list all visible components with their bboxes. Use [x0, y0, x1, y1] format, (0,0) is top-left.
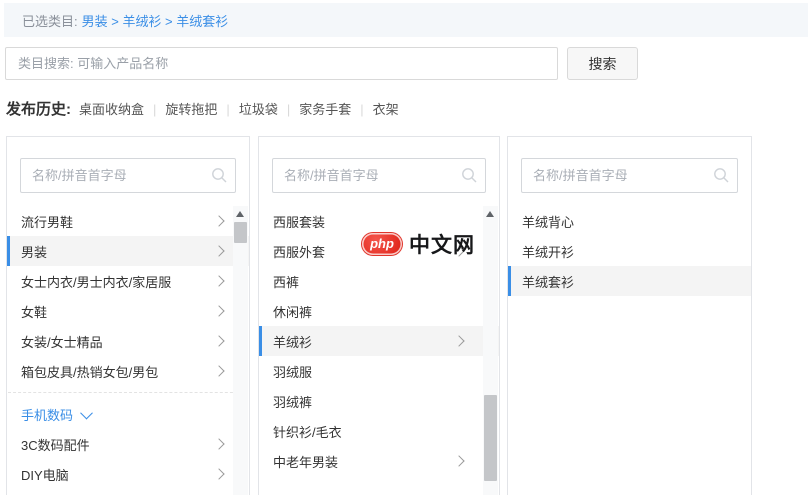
category-item-3C数码配件[interactable]: 3C数码配件 — [7, 429, 249, 459]
chevron-right-icon — [213, 468, 225, 480]
chevron-right-icon — [453, 455, 465, 467]
history-separator: | — [226, 102, 230, 117]
watermark-text: 中文网 — [409, 234, 475, 257]
category-item-针织衫/毛衣[interactable]: 针织衫/毛衣 — [259, 416, 499, 446]
category-item-label: 中老年男装 — [273, 454, 339, 470]
history-separator: | — [286, 102, 291, 117]
history-separator: | — [360, 102, 364, 117]
history-link[interactable]: 桌面收纳盒 — [79, 102, 144, 117]
category-group-手机数码[interactable]: 手机数码 — [7, 399, 249, 429]
category-item-羊绒开衫[interactable]: 羊绒开衫 — [508, 236, 751, 266]
category-item-label: 西服套装 — [273, 214, 326, 230]
chevron-right-icon — [213, 245, 225, 257]
category-item-label: 3C数码配件 — [21, 437, 90, 453]
scrollbar-level-2[interactable] — [483, 206, 498, 495]
category-item-label: 羊绒背心 — [522, 214, 575, 230]
category-item-label: 箱包皮具/热销女包/男包 — [21, 364, 159, 380]
category-item-羊绒衫[interactable]: 羊绒衫 — [259, 326, 499, 356]
category-item-label: 休闲裤 — [273, 304, 313, 320]
category-item-DIY电脑[interactable]: DIY电脑 — [7, 459, 249, 489]
triangle-up-icon[interactable] — [486, 211, 494, 217]
category-item-label: 流行男鞋 — [21, 214, 74, 230]
category-item-label: 羊绒套衫 — [522, 274, 575, 290]
category-item-中老年男装[interactable]: 中老年男装 — [259, 446, 499, 476]
category-item-女鞋[interactable]: 女鞋 — [7, 296, 249, 326]
category-item-label: 女士内衣/男士内衣/家居服 — [21, 274, 172, 290]
chevron-right-icon — [213, 305, 225, 317]
category-item-休闲裤[interactable]: 休闲裤 — [259, 296, 499, 326]
category-panel-level-3: 羊绒背心羊绒开衫羊绒套衫 — [507, 136, 752, 495]
chevron-right-icon — [213, 215, 225, 227]
list-divider — [7, 386, 249, 399]
category-item-label: 西服外套 — [273, 244, 326, 260]
category-item-label: 针织衫/毛衣 — [273, 424, 342, 440]
chevron-right-icon — [213, 365, 225, 377]
category-item-label: 羊绒衫 — [273, 334, 313, 350]
panel-filter — [521, 158, 738, 193]
selected-category-label: 已选类目: — [22, 13, 78, 29]
category-item-箱包皮具/热销女包/男包[interactable]: 箱包皮具/热销女包/男包 — [7, 356, 249, 386]
publish-history: 发布历史: 桌面收纳盒 | 旋转拖把 | 垃圾袋 | 家务手套 | 衣架 — [6, 98, 399, 119]
panel-filter — [272, 158, 486, 193]
history-separator: | — [153, 102, 157, 117]
panel-filter — [20, 158, 236, 193]
category-panel-level-2: 西服套装西服外套西裤休闲裤羊绒衫羽绒服羽绒裤针织衫/毛衣中老年男装 — [258, 136, 500, 495]
category-item-label: 羽绒服 — [273, 364, 313, 380]
category-item-label: 女装/女士精品 — [21, 334, 103, 350]
php-watermark: php 中文网 — [362, 229, 475, 259]
category-item-label: 手机数码 — [21, 407, 74, 423]
breadcrumb[interactable]: 男装 > 羊绒衫 > 羊绒套衫 — [82, 11, 229, 30]
category-item-男装[interactable]: 男装 — [7, 236, 249, 266]
filter-input-level-1[interactable] — [20, 158, 236, 193]
category-item-羽绒裤[interactable]: 羽绒裤 — [259, 386, 499, 416]
history-link[interactable]: 垃圾袋 — [239, 102, 278, 117]
category-picker-page: 已选类目: 男装 > 羊绒衫 > 羊绒套衫 搜索 发布历史: 桌面收纳盒 | 旋转拖… — [0, 0, 808, 495]
category-item-label: 女鞋 — [21, 304, 48, 320]
chevron-right-icon — [213, 335, 225, 347]
category-item-label: 西裤 — [273, 274, 300, 290]
category-item-流行男鞋[interactable]: 流行男鞋 — [7, 206, 249, 236]
publish-history-links: 桌面收纳盒 | 旋转拖把 | 垃圾袋 | 家务手套 | 衣架 — [79, 99, 399, 118]
category-panel-level-1: 流行男鞋男装女士内衣/男士内衣/家居服女鞋女装/女士精品箱包皮具/热销女包/男包… — [6, 136, 250, 495]
category-item-女士内衣/男士内衣/家居服[interactable]: 女士内衣/男士内衣/家居服 — [7, 266, 249, 296]
category-item-西裤[interactable]: 西裤 — [259, 266, 499, 296]
category-item-女装/女士精品[interactable]: 女装/女士精品 — [7, 326, 249, 356]
category-item-羊绒套衫[interactable]: 羊绒套衫 — [508, 266, 751, 296]
category-item-label: 羊绒开衫 — [522, 244, 575, 260]
history-link[interactable]: 衣架 — [373, 102, 399, 117]
chevron-right-icon — [213, 275, 225, 287]
category-search-input[interactable] — [5, 47, 558, 80]
chevron-down-icon — [80, 406, 93, 419]
category-list-level-1: 流行男鞋男装女士内衣/男士内衣/家居服 女鞋女装/女士精品箱包皮具/热销女包/男包… — [7, 206, 249, 489]
category-item-label: DIY电脑 — [21, 467, 69, 483]
category-list-level-3: 羊绒背心羊绒开衫羊绒套衫 — [508, 206, 751, 296]
chevron-right-icon — [213, 438, 225, 450]
scrollbar-level-1[interactable] — [233, 206, 248, 495]
filter-input-level-2[interactable] — [272, 158, 486, 193]
history-link[interactable]: 家务手套 — [299, 102, 351, 117]
php-logo-icon: php — [362, 233, 402, 255]
category-item-label: 羽绒裤 — [273, 394, 313, 410]
search-button[interactable]: 搜索 — [567, 47, 638, 80]
scrollbar-thumb[interactable] — [484, 395, 497, 481]
category-item-羊绒背心[interactable]: 羊绒背心 — [508, 206, 751, 236]
triangle-up-icon[interactable] — [236, 211, 244, 217]
selected-category-bar: 已选类目: 男装 > 羊绒衫 > 羊绒套衫 — [4, 3, 808, 37]
category-item-羽绒服[interactable]: 羽绒服 — [259, 356, 499, 386]
publish-history-label: 发布历史: — [6, 101, 71, 118]
filter-input-level-3[interactable] — [521, 158, 738, 193]
history-link[interactable]: 旋转拖把 — [165, 102, 217, 117]
category-item-label: 男装 — [21, 244, 48, 260]
chevron-right-icon — [453, 335, 465, 347]
scrollbar-thumb[interactable] — [234, 222, 247, 243]
